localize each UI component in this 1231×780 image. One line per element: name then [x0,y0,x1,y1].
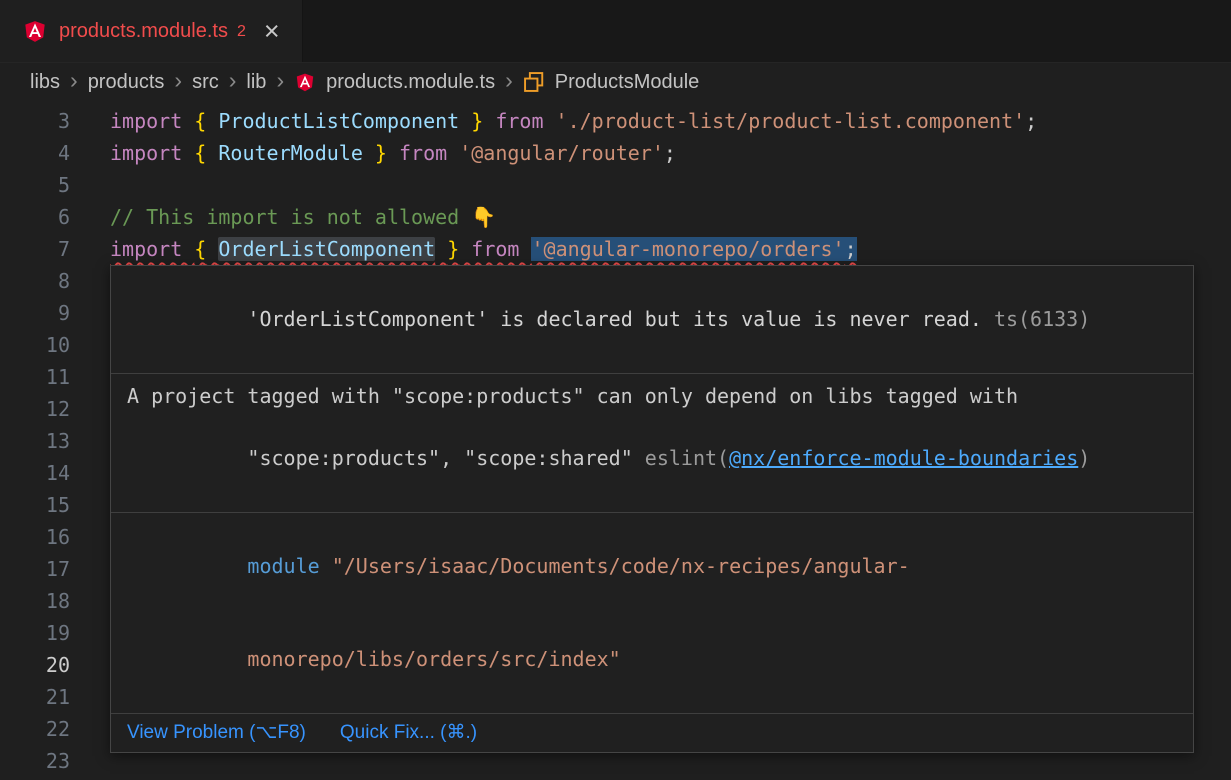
code-text: import { RouterModule } from '@angular/r… [110,141,676,165]
breadcrumb-item-src[interactable]: src [192,71,219,94]
module-path-line1: "/Users/isaac/Documents/code/nx-recipes/… [320,554,910,578]
line-number-6[interactable]: 6 [0,201,70,233]
chevron-right-icon: › [70,67,78,94]
ts-diagnostic-code: ts(6133) [994,307,1090,331]
tab-title: products.module.ts [59,20,228,43]
code-text: import { OrderListComponent } from '@ang… [110,237,857,261]
line-number-11[interactable]: 11 [0,361,70,393]
breadcrumb-item-file[interactable]: products.module.ts [326,71,495,94]
breadcrumb-item-products[interactable]: products [88,71,165,94]
ts-diagnostic-text: 'OrderListComponent' is declared but its… [247,307,982,331]
code-line-4[interactable]: 4 import { RouterModule } from '@angular/… [0,137,1231,169]
line-number-7[interactable]: 7 [0,233,70,265]
tab-close-icon[interactable]: × [264,18,280,45]
hover-action-bar: View Problem (⌥F8) Quick Fix... (⌘.) [111,714,1193,752]
module-keyword: module [247,554,319,578]
code-line-7[interactable]: 7 import { OrderListComponent } from '@an… [0,233,1231,265]
editor-tab-bar: products.module.ts 2 × [0,0,1231,63]
line-number-17[interactable]: 17 [0,553,70,585]
line-number-14[interactable]: 14 [0,457,70,489]
line-number-19[interactable]: 19 [0,617,70,649]
code-line-6[interactable]: 6 // This import is not allowed 👇 [0,201,1231,233]
line-number-4[interactable]: 4 [0,137,70,169]
line-number-12[interactable]: 12 [0,393,70,425]
line-number-21[interactable]: 21 [0,681,70,713]
eslint-rule-link[interactable]: @nx/enforce-module-boundaries [729,446,1078,470]
code-editor[interactable]: 3 import { ProductListComponent } from '.… [0,101,1231,780]
eslint-diagnostic-text-line1: A project tagged with "scope:products" c… [127,381,1177,412]
eslint-diagnostic-text: "scope:products", "scope:shared" [247,446,644,470]
tab-products-module[interactable]: products.module.ts 2 × [0,0,303,62]
line-number-15[interactable]: 15 [0,489,70,521]
line-number-13[interactable]: 13 [0,425,70,457]
angular-icon [294,71,316,93]
code-line-5[interactable]: 5 [0,169,1231,201]
breadcrumb-item-libs[interactable]: libs [30,71,60,94]
code-text: // This import is not allowed 👇 [110,205,496,229]
module-path-info: module "/Users/isaac/Documents/code/nx-r… [111,513,1193,714]
line-number-23[interactable]: 23 [0,745,70,777]
quick-fix-action[interactable]: Quick Fix... (⌘.) [340,720,477,746]
line-number-10[interactable]: 10 [0,329,70,361]
line-number-18[interactable]: 18 [0,585,70,617]
module-path-line2: monorepo/libs/orders/src/index" [247,647,620,671]
line-number-8[interactable]: 8 [0,265,70,297]
line-number-16[interactable]: 16 [0,521,70,553]
ts-diagnostic-message: 'OrderListComponent' is declared but its… [111,266,1193,374]
angular-icon [22,18,48,44]
line-number-22[interactable]: 22 [0,713,70,745]
error-squiggle: import { OrderListComponent } from '@ang… [110,237,857,261]
line-number-9[interactable]: 9 [0,297,70,329]
code-line-3[interactable]: 3 import { ProductListComponent } from '.… [0,105,1231,137]
empty-tab-strip [303,0,1231,62]
eslint-diagnostic-message: A project tagged with "scope:products" c… [111,374,1193,513]
vscode-window: products.module.ts 2 × libs › products ›… [0,0,1231,780]
line-number-20[interactable]: 20 [0,649,70,681]
code-text: import { ProductListComponent } from './… [110,109,1037,133]
line-number-3[interactable]: 3 [0,105,70,137]
chevron-right-icon: › [276,67,284,94]
problem-count-badge: 2 [237,23,246,41]
breadcrumb-item-lib[interactable]: lib [246,71,266,94]
chevron-right-icon: › [505,67,513,94]
eslint-source-close: ) [1078,446,1090,470]
line-number-5[interactable]: 5 [0,169,70,201]
class-symbol-icon [523,71,545,93]
chevron-right-icon: › [229,67,237,94]
diagnostics-hover-popup: 'OrderListComponent' is declared but its… [110,265,1194,753]
eslint-source-open: eslint( [645,446,729,470]
view-problem-action[interactable]: View Problem (⌥F8) [127,720,306,746]
breadcrumb: libs › products › src › lib › products.m… [0,63,1231,101]
chevron-right-icon: › [174,67,182,94]
eslint-diagnostic-text-line2: "scope:products", "scope:shared" eslint(… [127,412,1177,505]
breadcrumb-item-symbol[interactable]: ProductsModule [555,71,700,94]
